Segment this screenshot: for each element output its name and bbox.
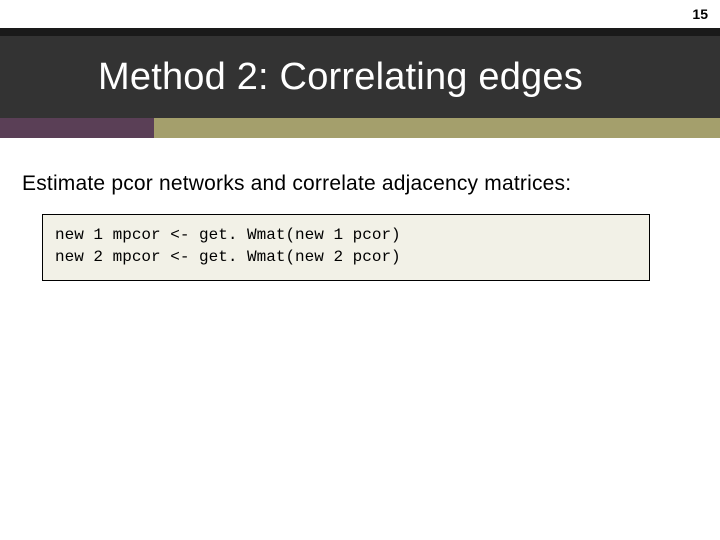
top-divider xyxy=(0,28,720,36)
accent-right xyxy=(154,118,720,138)
accent-left xyxy=(0,118,154,138)
code-block: new 1 mpcor <- get. Wmat(new 1 pcor) new… xyxy=(42,214,650,281)
title-bar: Method 2: Correlating edges xyxy=(0,36,720,118)
accent-bar xyxy=(0,118,720,138)
slide: 15 Method 2: Correlating edges Estimate … xyxy=(0,0,720,540)
slide-title: Method 2: Correlating edges xyxy=(0,56,583,99)
page-number: 15 xyxy=(692,6,708,22)
body-paragraph: Estimate pcor networks and correlate adj… xyxy=(22,172,571,196)
